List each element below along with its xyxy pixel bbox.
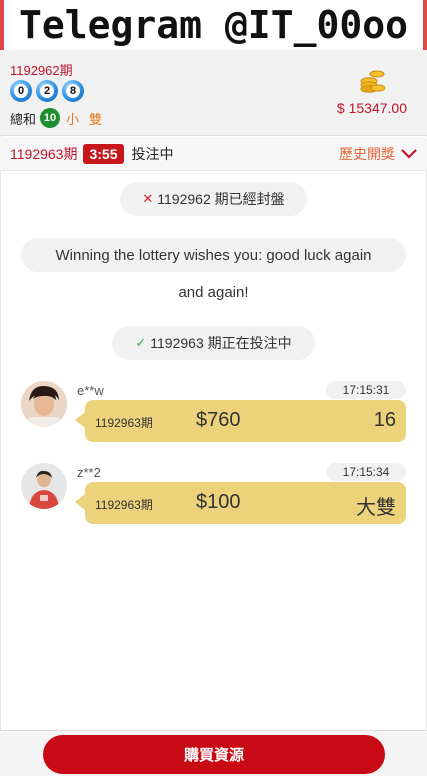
bet-message: e**w 17:15:31 1192963期 $760 16	[0, 381, 427, 461]
last-result-period: 1192962期	[10, 63, 73, 78]
wish-notice: Winning the lottery wishes you: good luc…	[21, 238, 406, 272]
user-avatar-image	[21, 381, 67, 427]
current-period: 1192963期	[10, 145, 78, 162]
result-ball: 2	[36, 80, 58, 102]
bet-pick: 大雙	[356, 497, 396, 519]
user-avatar-image	[21, 463, 67, 509]
bet-message: z**2 17:15:34 1192963期 $100 大雙	[0, 463, 427, 543]
period-open-notice: ✓ 1192963 期正在投注中	[112, 326, 315, 360]
telegram-banner: Telegram @IT_00oo	[0, 0, 427, 50]
close-mark-icon: ✕	[142, 191, 154, 206]
parity-result: 雙	[89, 111, 103, 127]
buy-resources-button[interactable]: 購買資源	[43, 735, 385, 774]
avatar[interactable]	[21, 381, 67, 427]
check-icon: ✓	[135, 335, 147, 350]
chevron-down-icon	[401, 149, 417, 159]
countdown-timer: 3:55	[83, 143, 124, 164]
closed-notice-text: 1192962 期已經封盤	[157, 191, 285, 207]
bet-amount: $760	[196, 409, 241, 431]
bet-period: 1192963期	[95, 416, 153, 430]
bet-time: 17:15:31	[326, 381, 406, 399]
result-ball: 8	[62, 80, 84, 102]
wish-text-line2: and again!	[178, 284, 249, 301]
banner-text: Telegram @IT_00oo	[19, 3, 408, 47]
result-balls: 0 2 8	[10, 80, 84, 102]
history-label: 歷史開獎	[339, 146, 395, 162]
bottom-bar: 購買資源	[0, 730, 427, 776]
open-notice-text: 1192963 期正在投注中	[150, 335, 292, 351]
bet-bubble: 1192963期 $760 16	[75, 400, 406, 442]
sum-label: 總和	[10, 111, 37, 127]
bet-user-name: e**w	[77, 383, 104, 398]
bet-time: 17:15:34	[326, 463, 406, 481]
size-result: 小	[66, 111, 80, 127]
bet-user-name: z**2	[77, 465, 101, 480]
bet-period: 1192963期	[95, 498, 153, 512]
period-closed-notice: ✕ 1192962 期已經封盤	[120, 182, 307, 216]
avatar[interactable]	[21, 463, 67, 509]
coins-icon	[360, 70, 386, 93]
account-balance: $ 15347.00	[336, 100, 407, 116]
bet-pick: 16	[373, 409, 396, 431]
bet-bubble: 1192963期 $100 大雙	[75, 482, 406, 524]
bet-amount: $100	[196, 491, 241, 513]
wish-text-line1: Winning the lottery wishes you: good luc…	[55, 246, 372, 264]
last-result-panel: 1192962期 0 2 8 總和 10 小 雙 $ 15347.00	[0, 50, 427, 136]
result-ball: 0	[10, 80, 32, 102]
sum-value-badge: 10	[40, 108, 61, 128]
betting-state: 投注中	[131, 145, 174, 162]
history-results-button[interactable]: 歷史開獎	[339, 144, 417, 164]
betting-status-bar: 1192963期 3:55 投注中 歷史開獎	[0, 137, 427, 171]
sum-row: 總和 10 小 雙	[10, 108, 102, 128]
